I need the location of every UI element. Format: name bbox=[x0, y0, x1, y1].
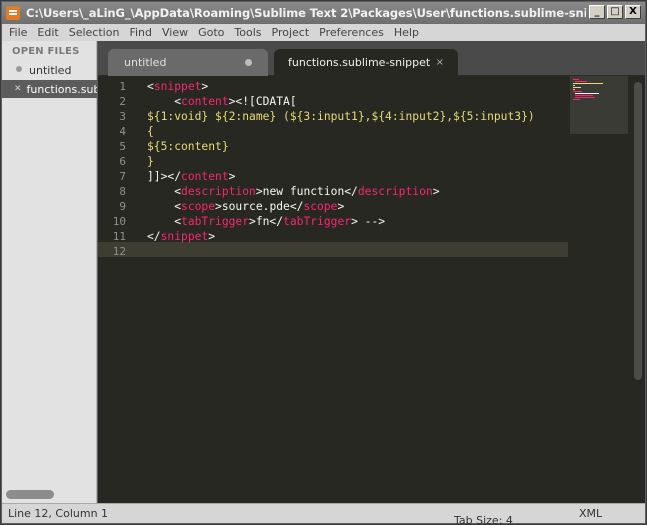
vertical-scrollbar[interactable] bbox=[634, 82, 642, 380]
line-number: 9 bbox=[119, 200, 126, 213]
code-token: { bbox=[147, 125, 154, 138]
code-token: tabTrigger bbox=[283, 215, 352, 228]
code-token: scope bbox=[181, 200, 216, 213]
tab-functions-snippet[interactable]: functions.sublime-snippet × bbox=[274, 49, 458, 76]
code-line[interactable] bbox=[147, 244, 535, 259]
minimize-button[interactable]: _ bbox=[589, 5, 605, 19]
code-line[interactable]: ]]></content> bbox=[147, 169, 535, 184]
tab-bar: untitled functions.sublime-snippet × bbox=[98, 41, 645, 76]
code-token: >new function</ bbox=[255, 185, 358, 198]
code-token: < bbox=[147, 215, 182, 228]
menu-edit[interactable]: Edit bbox=[32, 26, 63, 39]
code-token: < bbox=[147, 95, 182, 108]
code-token: content bbox=[181, 95, 229, 108]
code-line[interactable]: { bbox=[147, 124, 535, 139]
code-line[interactable]: <content><![CDATA[ bbox=[147, 94, 535, 109]
sidebar-file-label: functions.sublime-snippet bbox=[26, 82, 97, 96]
window-title: C:\Users\_aLinG_\AppData\Roaming\Sublime… bbox=[26, 6, 586, 20]
line-number: 2 bbox=[119, 95, 126, 108]
line-number: 6 bbox=[119, 155, 126, 168]
sidebar: OPEN FILES untitled ✕ functions.sublime-… bbox=[2, 41, 97, 503]
line-number: 11 bbox=[112, 230, 126, 243]
code-token: > bbox=[432, 185, 440, 198]
code-token: scope bbox=[303, 200, 338, 213]
tab-label: untitled bbox=[124, 56, 167, 69]
tab-close-icon[interactable]: × bbox=[436, 57, 444, 68]
app-window: C:\Users\_aLinG_\AppData\Roaming\Sublime… bbox=[0, 0, 647, 525]
code-editor[interactable]: 1 2 3 4 5 6 7 8 9 10 11 12 <snippet> <content><![CD… bbox=[98, 76, 645, 503]
code-token: > --> bbox=[351, 215, 386, 228]
open-files-header: OPEN FILES bbox=[12, 46, 80, 57]
sidebar-file-untitled[interactable]: untitled bbox=[2, 61, 97, 79]
code-token: < bbox=[147, 200, 182, 213]
line-number: 1 bbox=[119, 80, 126, 93]
menu-file[interactable]: File bbox=[4, 26, 32, 39]
code-token: ><![CDATA[ bbox=[228, 95, 297, 108]
tab-untitled[interactable]: untitled bbox=[108, 49, 268, 76]
code-token: </ bbox=[147, 230, 161, 243]
code-token: description bbox=[357, 185, 433, 198]
maximize-button[interactable]: □ bbox=[607, 5, 623, 19]
cursor-position: Line 12, Column 1 bbox=[8, 507, 109, 520]
menu-view[interactable]: View bbox=[157, 26, 193, 39]
code-token: > bbox=[228, 170, 236, 183]
line-number: 8 bbox=[119, 185, 126, 198]
code-line[interactable]: } bbox=[147, 154, 535, 169]
code-line[interactable]: <tabTrigger>fn</tabTrigger> --> bbox=[147, 214, 535, 229]
code-line[interactable]: <description>new function</description> bbox=[147, 184, 535, 199]
unsaved-dot-icon[interactable] bbox=[14, 65, 24, 75]
code-token: snippet bbox=[153, 80, 202, 93]
close-icon[interactable]: ✕ bbox=[14, 84, 22, 94]
code-line[interactable]: </snippet> bbox=[147, 229, 535, 244]
code-token: > bbox=[208, 230, 216, 243]
status-bar: Line 12, Column 1 Tab Size: 4 XML bbox=[2, 503, 645, 525]
line-number-gutter: 1 2 3 4 5 6 7 8 9 10 11 12 bbox=[98, 76, 142, 503]
menu-project[interactable]: Project bbox=[267, 26, 315, 39]
code-token: } bbox=[147, 155, 154, 168]
sublime-app-icon bbox=[6, 6, 20, 20]
close-button[interactable]: X bbox=[625, 5, 641, 19]
line-number: 10 bbox=[112, 215, 126, 228]
code-line[interactable]: ${5:content} bbox=[147, 139, 535, 154]
code-token: < bbox=[147, 185, 182, 198]
sidebar-horizontal-scrollbar[interactable] bbox=[6, 490, 54, 499]
menu-selection[interactable]: Selection bbox=[64, 26, 125, 39]
code-token: description bbox=[181, 185, 256, 198]
code-text[interactable]: <snippet> <content><![CDATA[${1:void} ${… bbox=[147, 79, 535, 259]
tab-label: functions.sublime-snippet bbox=[288, 56, 431, 69]
code-token: > bbox=[337, 200, 345, 213]
menu-help[interactable]: Help bbox=[389, 26, 424, 39]
code-token: snippet bbox=[160, 230, 209, 243]
code-token: ]]></ bbox=[147, 170, 182, 183]
code-token: ${5:content} bbox=[147, 140, 229, 153]
code-line[interactable]: ${1:void} ${2:name} (${3:input1},${4:inp… bbox=[147, 109, 535, 124]
menu-bar: File Edit Selection Find View Goto Tools… bbox=[2, 24, 645, 41]
sidebar-file-label: untitled bbox=[29, 63, 72, 77]
code-token: ${1:void} ${2:name} (${3:input1},${4:inp… bbox=[147, 110, 535, 123]
code-token: < bbox=[147, 80, 154, 93]
code-token: >source.pde</ bbox=[215, 200, 304, 213]
menu-tools[interactable]: Tools bbox=[229, 26, 266, 39]
line-number: 7 bbox=[119, 170, 126, 183]
menu-preferences[interactable]: Preferences bbox=[314, 26, 389, 39]
minimap[interactable] bbox=[570, 76, 628, 134]
code-line[interactable]: <scope>source.pde</scope> bbox=[147, 199, 535, 214]
line-number: 3 bbox=[119, 110, 126, 123]
unsaved-dot-icon[interactable] bbox=[245, 59, 252, 66]
tab-size-selector[interactable]: Tab Size: 4 bbox=[454, 507, 513, 525]
code-token: tabTrigger bbox=[181, 215, 250, 228]
code-token: > bbox=[201, 80, 209, 93]
line-number: 4 bbox=[119, 125, 126, 138]
menu-goto[interactable]: Goto bbox=[193, 26, 229, 39]
line-number: 12 bbox=[112, 245, 126, 258]
line-number: 5 bbox=[119, 140, 126, 153]
title-bar[interactable]: C:\Users\_aLinG_\AppData\Roaming\Sublime… bbox=[2, 2, 645, 24]
menu-find[interactable]: Find bbox=[124, 26, 157, 39]
syntax-selector[interactable]: XML bbox=[579, 507, 602, 520]
code-token: >fn</ bbox=[249, 215, 284, 228]
code-line[interactable]: <snippet> bbox=[147, 79, 535, 94]
code-token: content bbox=[181, 170, 229, 183]
sidebar-file-functions-snippet[interactable]: ✕ functions.sublime-snippet bbox=[2, 80, 97, 98]
window-controls: _ □ X bbox=[589, 5, 641, 19]
